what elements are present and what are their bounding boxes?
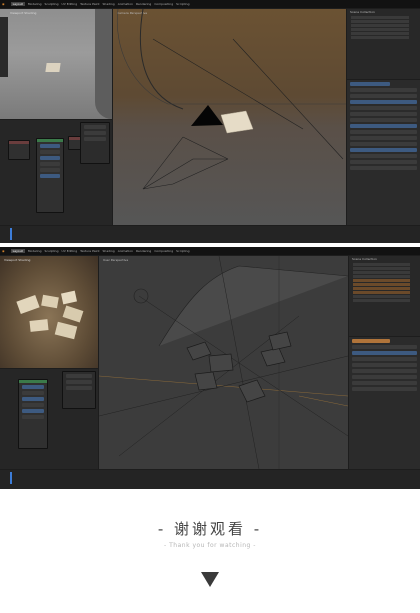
blender-logo-icon[interactable]: ◉ — [2, 249, 5, 253]
viewport-wireframe — [116, 9, 346, 190]
tab-uv-editing[interactable]: UV Editing — [62, 249, 78, 253]
top-menu-bar: ◉ Layout Modeling Sculpting UV Editing T… — [0, 0, 420, 8]
node-input[interactable] — [8, 140, 30, 160]
outliner-title-2: Scene Collection — [352, 257, 377, 261]
top-menu-bar-2: ◉ Layout Modeling Sculpting UV Editing T… — [0, 247, 420, 255]
tab-compositing[interactable]: Compositing — [154, 2, 173, 6]
tab-layout[interactable]: Layout — [10, 249, 25, 253]
timeline[interactable] — [0, 226, 420, 243]
tab-scripting[interactable]: Scripting — [176, 2, 189, 6]
node-properties-sidebar-2[interactable] — [62, 371, 96, 409]
blender-screenshot-1: ◉ Layout Modeling Sculpting UV Editing T… — [0, 0, 420, 243]
render-preview-label-2: Viewport Shading — [4, 258, 31, 262]
render-preview-label: Viewport Shading — [10, 11, 37, 15]
outliner-title: Scene Collection — [350, 10, 375, 14]
tab-rendering[interactable]: Rendering — [136, 249, 151, 253]
preview-curved-backdrop — [95, 9, 112, 119]
camera-triangle-icon — [191, 105, 223, 126]
timeline-2[interactable] — [0, 470, 420, 489]
node-properties-sidebar[interactable] — [80, 122, 110, 164]
node-material[interactable] — [36, 138, 64, 213]
tab-modeling[interactable]: Modeling — [28, 249, 42, 253]
tab-shading[interactable]: Shading — [103, 249, 115, 253]
workspace-tabs-2: Layout Modeling Sculpting UV Editing Tex… — [10, 249, 189, 253]
blender-logo-icon[interactable]: ◉ — [2, 2, 5, 6]
properties-panel-2[interactable] — [349, 337, 420, 469]
outliner-panel[interactable]: Scene Collection — [347, 9, 420, 79]
main-3d-viewport[interactable]: Camera Perspective — [113, 9, 346, 225]
timeline-playhead-2[interactable] — [10, 472, 12, 484]
tab-rendering[interactable]: Rendering — [136, 2, 151, 6]
node-editor-panel-2[interactable] — [0, 369, 98, 469]
tab-sculpting[interactable]: Sculpting — [44, 249, 58, 253]
footer-title: - 谢谢观看 - — [157, 520, 263, 538]
timeline-playhead[interactable] — [10, 228, 12, 240]
floating-box — [62, 305, 84, 323]
toolbar-strip — [0, 17, 8, 77]
viewport-wireframe-2 — [99, 256, 348, 469]
blender-screenshot-2: ◉ Layout Modeling Sculpting UV Editing T… — [0, 247, 420, 489]
tab-layout[interactable]: Layout — [10, 2, 25, 6]
tab-modeling[interactable]: Modeling — [28, 2, 42, 6]
floating-box — [41, 294, 59, 309]
floating-box — [29, 319, 49, 332]
render-preview-panel-2[interactable]: Viewport Shading — [0, 256, 98, 368]
tab-compositing[interactable]: Compositing — [154, 249, 173, 253]
properties-panel[interactable] — [347, 80, 420, 225]
workspace-tabs: Layout Modeling Sculpting UV Editing Tex… — [10, 2, 189, 6]
preview-box-object — [45, 63, 61, 72]
tab-animation[interactable]: Animation — [118, 249, 133, 253]
down-triangle-icon — [201, 572, 219, 587]
tab-sculpting[interactable]: Sculpting — [44, 2, 58, 6]
tab-animation[interactable]: Animation — [118, 2, 133, 6]
tab-texture-paint[interactable]: Texture Paint — [80, 2, 99, 6]
outliner-panel-2[interactable]: Scene Collection — [349, 256, 420, 336]
tab-uv-editing[interactable]: UV Editing — [62, 2, 78, 6]
footer-subtitle: - Thank you for watching - — [164, 542, 256, 549]
main-3d-viewport-2[interactable]: User Perspective — [99, 256, 348, 469]
floating-box — [16, 294, 40, 315]
node-material-2[interactable] — [18, 379, 48, 449]
floating-box — [54, 321, 78, 340]
floating-box — [61, 290, 77, 305]
tab-scripting[interactable]: Scripting — [176, 249, 189, 253]
tab-shading[interactable]: Shading — [103, 2, 115, 6]
render-preview-panel[interactable]: Viewport Shading — [0, 9, 112, 119]
node-editor-panel[interactable] — [0, 120, 112, 225]
tab-texture-paint[interactable]: Texture Paint — [80, 249, 99, 253]
